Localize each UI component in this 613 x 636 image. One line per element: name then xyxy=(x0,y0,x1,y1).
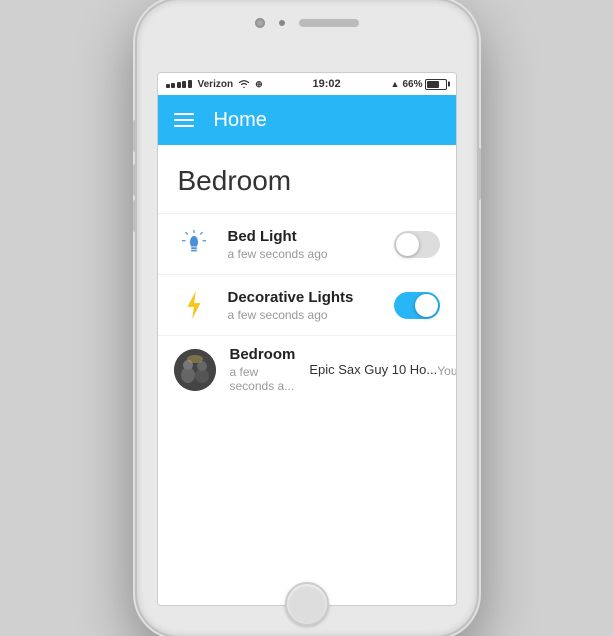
earpiece-speaker xyxy=(299,19,359,27)
hamburger-line-2 xyxy=(174,119,194,121)
app-bar: Home xyxy=(158,95,456,145)
bulb-icon xyxy=(174,224,214,264)
proximity-sensor xyxy=(279,20,285,26)
battery-percent: 66% xyxy=(402,79,422,90)
list-item: Bedroom a few seconds a... Epic Sax Guy … xyxy=(158,335,456,403)
front-camera xyxy=(255,18,265,28)
toggle-thumb xyxy=(396,233,419,256)
bedroom-media-info: Bedroom a few seconds a... xyxy=(230,346,296,393)
toggle-thumb xyxy=(415,294,438,317)
status-time: 19:02 xyxy=(313,78,341,90)
bedroom-name: Bedroom xyxy=(230,346,296,363)
decorative-lights-toggle[interactable] xyxy=(394,292,440,319)
decorative-lights-toggle-container xyxy=(394,292,440,319)
status-bar: Verizon ⊕ 19:02 ▲ 66% xyxy=(158,73,456,95)
media-title: Epic Sax Guy 10 Ho... xyxy=(309,362,437,377)
location-icon: ▲ xyxy=(391,79,400,89)
bedroom-media-action: Epic Sax Guy 10 Ho... YouTube xyxy=(309,362,455,378)
decorative-lights-time: a few seconds ago xyxy=(228,308,380,322)
loading-icon: ⊕ xyxy=(255,79,263,90)
home-button[interactable] xyxy=(285,582,329,626)
media-source: YouTube xyxy=(437,364,455,378)
app-title: Home xyxy=(214,109,267,132)
wifi-icon xyxy=(238,78,250,90)
list-item: Bed Light a few seconds ago xyxy=(158,213,456,274)
hamburger-line-3 xyxy=(174,125,194,127)
decorative-lights-name: Decorative Lights xyxy=(228,289,380,306)
signal-strength xyxy=(166,80,192,88)
section-title: Bedroom xyxy=(158,165,456,213)
list-item: Decorative Lights a few seconds ago xyxy=(158,274,456,335)
phone-screen: Verizon ⊕ 19:02 ▲ 66% xyxy=(157,72,457,606)
bed-light-name: Bed Light xyxy=(228,228,380,245)
battery-fill xyxy=(427,81,439,88)
phone-frame: Verizon ⊕ 19:02 ▲ 66% xyxy=(137,0,477,636)
hamburger-line-1 xyxy=(174,113,194,115)
bedroom-time: a few seconds a... xyxy=(230,365,296,393)
bedroom-avatar xyxy=(174,349,216,391)
status-left: Verizon ⊕ xyxy=(166,78,263,90)
carrier-name: Verizon xyxy=(198,79,234,90)
bed-light-time: a few seconds ago xyxy=(228,247,380,261)
phone-top-area xyxy=(137,18,477,28)
bed-light-info: Bed Light a few seconds ago xyxy=(228,228,380,261)
menu-button[interactable] xyxy=(174,113,194,127)
battery-icon xyxy=(425,79,447,90)
status-right: ▲ 66% xyxy=(391,79,448,90)
decorative-lights-info: Decorative Lights a few seconds ago xyxy=(228,289,380,322)
bed-light-toggle-container xyxy=(394,231,440,258)
content-area: Bedroom xyxy=(158,145,456,605)
bolt-icon xyxy=(174,285,214,325)
bed-light-toggle[interactable] xyxy=(394,231,440,258)
